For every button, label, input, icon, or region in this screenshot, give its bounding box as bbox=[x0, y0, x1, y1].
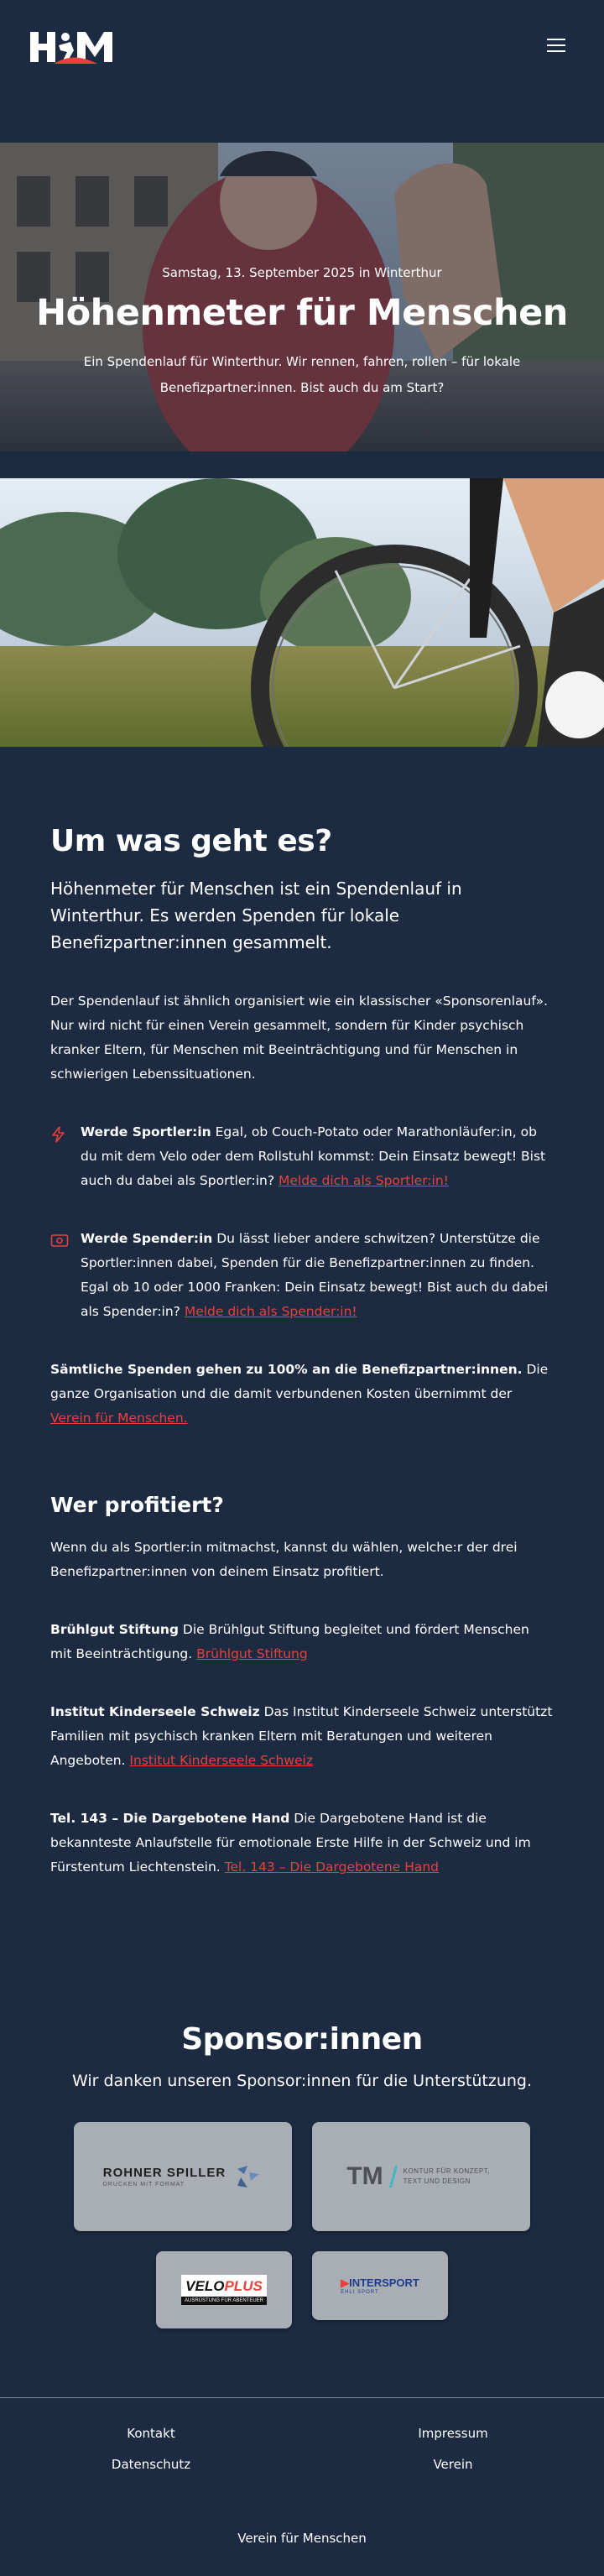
sponsor-row: ROHNER SPILLER DRUCKEN MIT FORMAT TM KON… bbox=[0, 2122, 604, 2231]
about-intro: Der Spendenlauf ist ähnlich organisiert … bbox=[50, 993, 548, 1082]
site-footer: Kontakt Datenschutz Impressum Verein Ver… bbox=[0, 2397, 604, 2576]
sponsor-tagline: EHLI SPORT bbox=[341, 2290, 379, 2295]
hero-title: Höhenmeter für Menschen bbox=[36, 292, 568, 334]
beneficiary-name: Brühlgut Stiftung bbox=[50, 1622, 179, 1637]
donor-signup-link[interactable]: Melde dich als Spender:in! bbox=[185, 1304, 357, 1319]
hamburger-icon-line bbox=[547, 50, 565, 52]
hero-section: Samstag, 13. September 2025 in Winterthu… bbox=[0, 143, 604, 451]
sponsor-name: ROHNER SPILLER bbox=[102, 2166, 226, 2180]
donation-notice: Sämtliche Spenden gehen zu 100% an die B… bbox=[50, 1358, 554, 1431]
hero-date: Samstag, 13. September 2025 in Winterthu… bbox=[162, 265, 442, 280]
sponsor-logo-rohner-spiller[interactable]: ROHNER SPILLER DRUCKEN MIT FORMAT bbox=[74, 2122, 292, 2231]
footer-link-verein[interactable]: Verein bbox=[433, 2457, 472, 2472]
athlete-block: Werde Sportler:in Egal, ob Couch-Potato … bbox=[50, 1120, 554, 1193]
money-icon bbox=[50, 1234, 69, 1247]
footer-column: Impressum Verein bbox=[302, 2418, 604, 2480]
footer-copyright: Verein für Menschen bbox=[237, 2531, 367, 2546]
beneficiaries-intro: Wenn du als Sportler:in mitmachst, kanns… bbox=[50, 1540, 518, 1579]
beneficiary-item: Institut Kinderseele Schweiz Das Institu… bbox=[50, 1700, 554, 1773]
sponsors-subheading: Wir danken unseren Sponsor:innen für die… bbox=[71, 2072, 533, 2090]
beneficiaries-heading: Wer profitiert? bbox=[50, 1493, 224, 1517]
footer-column: Kontakt Datenschutz bbox=[0, 2418, 302, 2480]
bike-photo-graphic bbox=[0, 478, 604, 747]
footer-link-kontakt[interactable]: Kontakt bbox=[127, 2426, 174, 2441]
sponsor-logo-tm[interactable]: TM KONTUR FÜR KONZEPT, TEXT UND DESIGN bbox=[312, 2122, 530, 2231]
sponsor-tagline: DRUCKEN MIT FORMAT bbox=[102, 2182, 185, 2188]
sponsor-row: VELOPLUS AUSRÜSTUNG FÜR ABENTEUER ▶INTER… bbox=[0, 2251, 604, 2328]
site-header bbox=[0, 0, 604, 143]
beneficiary-link-bruehlgut[interactable]: Brühlgut Stiftung bbox=[196, 1646, 308, 1661]
donation-notice-bold: Sämtliche Spenden gehen zu 100% an die B… bbox=[50, 1362, 523, 1377]
tm-slash-icon bbox=[388, 2166, 398, 2188]
beneficiary-item: Tel. 143 – Die Dargebotene Hand Die Darg… bbox=[50, 1807, 554, 1880]
about-heading: Um was geht es? bbox=[50, 824, 332, 858]
sponsor-logo-veloplus[interactable]: VELOPLUS AUSRÜSTUNG FÜR ABENTEUER bbox=[156, 2251, 292, 2328]
menu-button[interactable] bbox=[547, 39, 565, 54]
association-link[interactable]: Verein für Menschen. bbox=[50, 1411, 188, 1426]
about-section: Um was geht es? Höhenmeter für Menschen … bbox=[0, 824, 604, 1880]
rohner-spiller-mark-icon bbox=[237, 2166, 260, 2188]
sponsor-name: TM bbox=[346, 2162, 383, 2190]
hero-subtitle: Ein Spendenlauf für Winterthur. Wir renn… bbox=[83, 354, 521, 395]
beneficiary-name: Tel. 143 – Die Dargebotene Hand bbox=[50, 1811, 290, 1826]
athlete-signup-link[interactable]: Melde dich als Sportler:in! bbox=[279, 1173, 449, 1188]
sponsor-name: INTERSPORT bbox=[349, 2276, 419, 2289]
beneficiary-item: Brühlgut Stiftung Die Brühlgut Stiftung … bbox=[50, 1618, 554, 1666]
intersport-wordmark: ▶INTERSPORT bbox=[341, 2276, 419, 2289]
sponsor-tagline: AUSRÜSTUNG FÜR ABENTEUER bbox=[180, 2297, 267, 2305]
beneficiary-link-dargebotene-hand[interactable]: Tel. 143 – Die Dargebotene Hand bbox=[225, 1859, 439, 1875]
hamburger-icon-line bbox=[547, 44, 565, 46]
site-logo[interactable] bbox=[30, 30, 112, 65]
sponsor-logo-intersport[interactable]: ▶INTERSPORT EHLI SPORT bbox=[312, 2251, 448, 2320]
athlete-heading: Werde Sportler:in bbox=[81, 1124, 211, 1139]
beneficiary-link-kinderseele[interactable]: Institut Kinderseele Schweiz bbox=[129, 1753, 313, 1768]
donor-text: Werde Spender:in Du lässt lieber andere … bbox=[81, 1227, 554, 1324]
footer-links: Kontakt Datenschutz Impressum Verein bbox=[0, 2398, 604, 2480]
beneficiary-name: Institut Kinderseele Schweiz bbox=[50, 1704, 260, 1719]
lightning-icon bbox=[52, 1126, 65, 1143]
hero-text: Samstag, 13. September 2025 in Winterthu… bbox=[0, 265, 604, 401]
donor-block: Werde Spender:in Du lässt lieber andere … bbox=[50, 1227, 554, 1324]
veloplus-wordmark: VELOPLUS bbox=[185, 2278, 263, 2294]
logo-graphic bbox=[30, 32, 112, 64]
donor-heading: Werde Spender:in bbox=[81, 1231, 213, 1246]
footer-link-datenschutz[interactable]: Datenschutz bbox=[112, 2457, 190, 2472]
footer-link-impressum[interactable]: Impressum bbox=[418, 2426, 487, 2441]
sponsors-section: Sponsor:innen Wir danken unseren Sponsor… bbox=[0, 2022, 604, 2328]
athlete-text: Werde Sportler:in Egal, ob Couch-Potato … bbox=[81, 1120, 554, 1193]
sponsor-tagline: KONTUR FÜR KONZEPT, TEXT UND DESIGN bbox=[403, 2167, 490, 2185]
about-lead: Höhenmeter für Menschen ist ein Spendenl… bbox=[50, 879, 462, 952]
bike-photo bbox=[0, 478, 604, 747]
hamburger-icon-line bbox=[547, 39, 565, 40]
sponsors-heading: Sponsor:innen bbox=[181, 2022, 423, 2057]
